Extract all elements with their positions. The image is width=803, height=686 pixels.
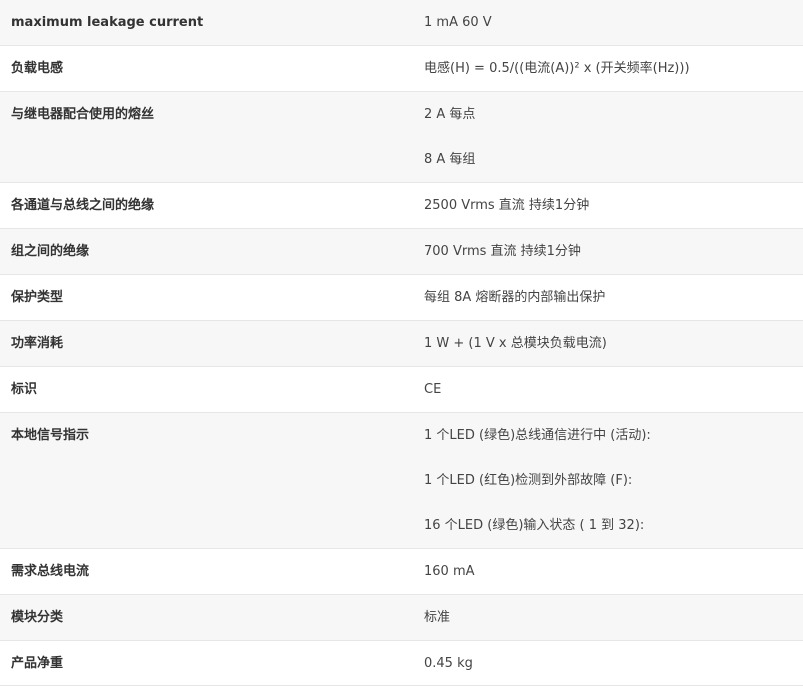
- spec-label: 标识: [11, 382, 38, 397]
- spec-value: 1 个LED (绿色)总线通信进行中 (活动):: [424, 428, 651, 443]
- spec-row-load-inductance: 负载电感 电感(H) = 0.5/((电流(A))² x (开关频率(Hz))): [0, 46, 803, 92]
- spec-value: 16 个LED (绿色)输入状态 ( 1 到 32):: [424, 518, 645, 533]
- spec-value: CE: [424, 382, 442, 397]
- spec-values: 1 个LED (绿色)总线通信进行中 (活动): 1 个LED (红色)检测到外…: [413, 413, 803, 548]
- spec-value: 1 W + (1 V x 总模块负载电流): [424, 336, 607, 351]
- spec-values: 每组 8A 熔断器的内部输出保护: [413, 275, 803, 320]
- spec-label: 功率消耗: [11, 336, 64, 351]
- spec-label: 需求总线电流: [11, 564, 90, 579]
- spec-row-local-signalling: 本地信号指示 1 个LED (绿色)总线通信进行中 (活动): 1 个LED (…: [0, 413, 803, 549]
- spec-row-relay-fuse: 与继电器配合使用的熔丝 2 A 每点 8 A 每组: [0, 92, 803, 183]
- spec-label: maximum leakage current: [11, 15, 204, 30]
- spec-row-leakage-current: maximum leakage current 1 mA 60 V: [0, 0, 803, 46]
- spec-value: 2500 Vrms 直流 持续1分钟: [424, 198, 590, 213]
- spec-table: maximum leakage current 1 mA 60 V 负载电感 电…: [0, 0, 803, 686]
- spec-values: 1 W + (1 V x 总模块负载电流): [413, 321, 803, 366]
- spec-label: 组之间的绝缘: [11, 244, 90, 259]
- spec-value: 1 mA 60 V: [424, 15, 492, 30]
- spec-row-net-weight: 产品净重 0.45 kg: [0, 641, 803, 686]
- spec-label: 负载电感: [11, 61, 64, 76]
- spec-label: 产品净重: [11, 656, 64, 671]
- spec-values: 标准: [413, 595, 803, 640]
- spec-values: 1 mA 60 V: [413, 0, 803, 45]
- spec-value: 1 个LED (红色)检测到外部故障 (F):: [424, 473, 633, 488]
- spec-row-channel-bus-isolation: 各通道与总线之间的绝缘 2500 Vrms 直流 持续1分钟: [0, 183, 803, 229]
- spec-values: CE: [413, 367, 803, 412]
- spec-value: 8 A 每组: [424, 152, 476, 167]
- spec-value: 2 A 每点: [424, 107, 476, 122]
- spec-row-power-dissipation: 功率消耗 1 W + (1 V x 总模块负载电流): [0, 321, 803, 367]
- spec-row-marking: 标识 CE: [0, 367, 803, 413]
- spec-values: 0.45 kg: [413, 641, 803, 685]
- spec-row-module-class: 模块分类 标准: [0, 595, 803, 641]
- spec-value: 700 Vrms 直流 持续1分钟: [424, 244, 581, 259]
- spec-value: 0.45 kg: [424, 656, 473, 671]
- spec-row-group-isolation: 组之间的绝缘 700 Vrms 直流 持续1分钟: [0, 229, 803, 275]
- spec-label: 本地信号指示: [11, 428, 90, 443]
- spec-values: 2 A 每点 8 A 每组: [413, 92, 803, 182]
- spec-label: 模块分类: [11, 610, 64, 625]
- spec-value: 电感(H) = 0.5/((电流(A))² x (开关频率(Hz))): [424, 61, 690, 76]
- spec-values: 2500 Vrms 直流 持续1分钟: [413, 183, 803, 228]
- spec-value: 160 mA: [424, 564, 475, 579]
- spec-label: 各通道与总线之间的绝缘: [11, 198, 155, 213]
- spec-value: 标准: [424, 610, 451, 625]
- spec-values: 160 mA: [413, 549, 803, 594]
- spec-row-bus-current: 需求总线电流 160 mA: [0, 549, 803, 595]
- spec-values: 电感(H) = 0.5/((电流(A))² x (开关频率(Hz))): [413, 46, 803, 91]
- spec-values: 700 Vrms 直流 持续1分钟: [413, 229, 803, 274]
- spec-label: 与继电器配合使用的熔丝: [11, 107, 155, 122]
- spec-row-protection-type: 保护类型 每组 8A 熔断器的内部输出保护: [0, 275, 803, 321]
- spec-label: 保护类型: [11, 290, 64, 305]
- spec-value: 每组 8A 熔断器的内部输出保护: [424, 290, 606, 305]
